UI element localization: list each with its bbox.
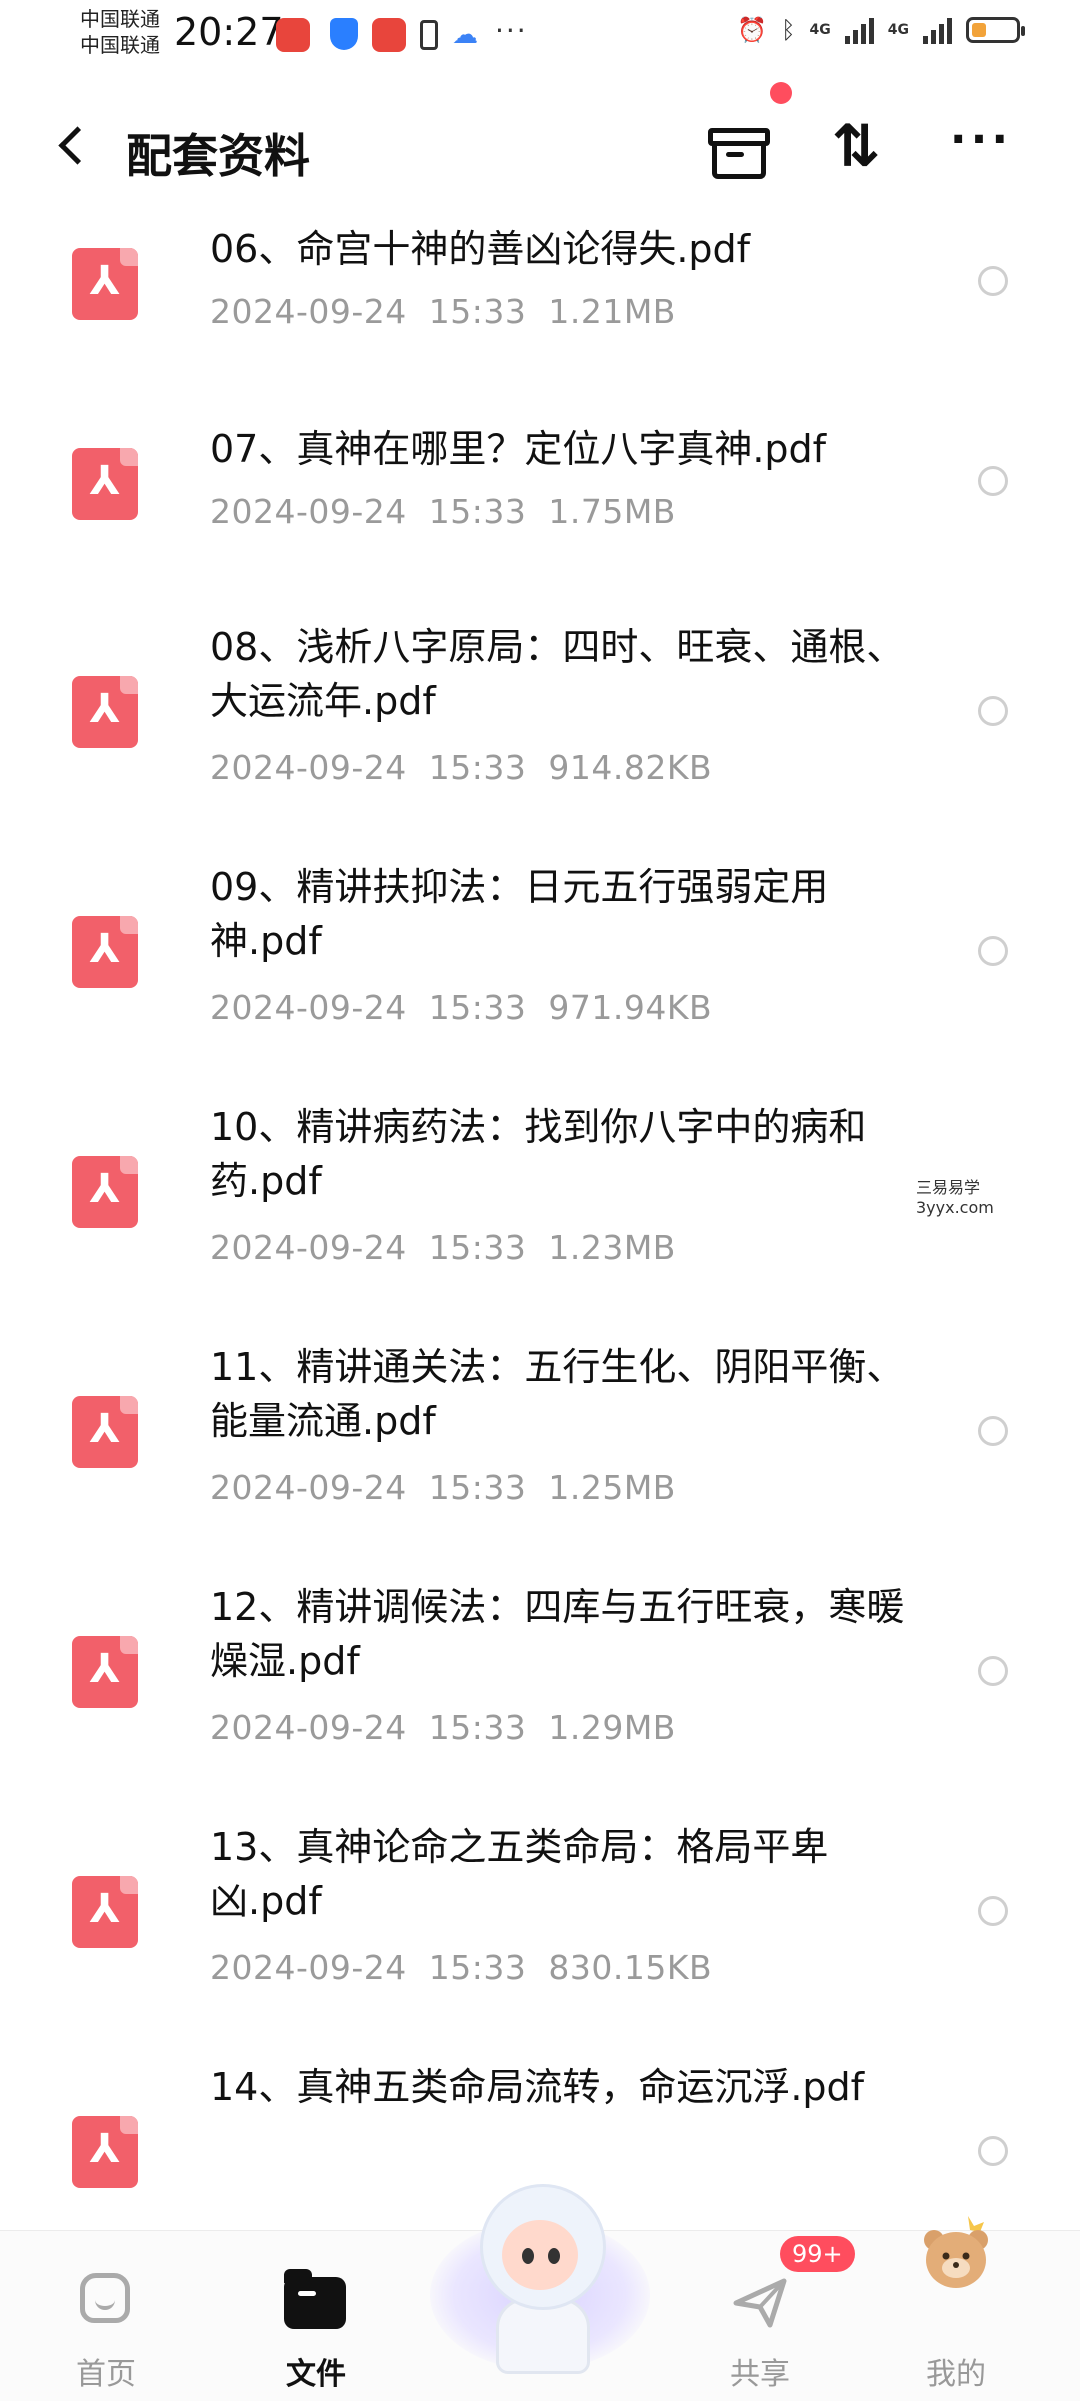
more-options-icon[interactable]: ··· [945,110,1017,182]
pdf-file-icon: ⅄ [72,2116,138,2188]
alarm-icon: ⏰ [737,16,768,44]
watermark-line-2: 3yyx.com [916,1198,994,1217]
carrier-2: 中国联通 [80,33,160,57]
carrier-labels: 中国联通 中国联通 [80,6,160,58]
bluetooth-icon: ᛒ [781,16,796,44]
file-name: 14、真神五类命局流转，命运沉浮.pdf [210,2065,865,2109]
cloud-app-icon: ☁ [452,20,478,50]
network-type-1: 4G [809,22,831,38]
nav-home-label: 首页 [76,2357,136,2392]
file-name: 09、精讲扶抑法：日元五行强弱定用神.pdf [210,865,829,963]
file-meta: 2024-09-24 15:33 1.75MB [210,492,676,531]
shield-icon [330,18,358,50]
file-meta: 2024-09-24 15:33 1.23MB [210,1228,676,1267]
file-name: 07、真神在哪里？定位八字真神.pdf [210,427,827,471]
paper-plane-icon [733,2278,787,2328]
nav-mine-label: 我的 [926,2357,986,2392]
nav-share-label: 共享 [730,2357,790,2392]
bear-avatar-icon[interactable] [918,2214,994,2294]
signal-icon-2 [923,16,952,44]
huawei-app-icon-2 [372,18,406,52]
watermark: 三易易学 3yyx.com [916,1178,994,1218]
select-radio[interactable] [978,1656,1008,1686]
carrier-1: 中国联通 [80,7,160,31]
nav-files-label: 文件 [286,2357,346,2392]
nav-files[interactable]: 文件 [246,2231,386,2401]
file-name: 11、精讲通关法：五行生化、阴阳平衡、能量流通.pdf [210,1345,905,1443]
notification-dot [770,82,792,104]
assistant-mascot[interactable] [430,2180,650,2380]
select-radio[interactable] [978,266,1008,296]
select-radio[interactable] [978,936,1008,966]
battery-icon [966,17,1025,43]
select-radio[interactable] [978,1416,1008,1446]
page-title: 配套资料 [126,129,310,183]
select-radio[interactable] [978,1896,1008,1926]
file-name: 12、精讲调候法：四库与五行旺衰，寒暖燥湿.pdf [210,1585,905,1683]
file-meta: 2024-09-24 15:33 830.15KB [210,1948,713,1987]
archive-box-icon[interactable] [700,110,772,182]
more-notifications-icon: ··· [495,14,528,47]
file-meta: 2024-09-24 15:33 914.82KB [210,748,713,787]
select-radio[interactable] [978,2136,1008,2166]
nav-home[interactable]: 首页 [36,2231,176,2401]
back-button[interactable] [52,118,92,178]
pdf-file-icon: ⅄ [72,248,138,320]
huawei-app-icon [276,18,310,52]
pdf-file-icon: ⅄ [72,1396,138,1468]
file-name: 08、浅析八字原局：四时、旺衰、通根、大运流年.pdf [210,625,905,723]
file-name: 10、精讲病药法：找到你八字中的病和药.pdf [210,1105,867,1203]
file-name: 06、命宫十神的善凶论得失.pdf [210,227,751,271]
sort-icon[interactable]: ⇅ [820,110,892,182]
pdf-file-icon: ⅄ [72,676,138,748]
select-radio[interactable] [978,466,1008,496]
top-bar: 配套资料 ⇅ ··· [0,88,1080,208]
file-meta: 2024-09-24 15:33 1.25MB [210,1468,676,1507]
file-meta: 2024-09-24 15:33 971.94KB [210,988,713,1027]
select-radio[interactable] [978,696,1008,726]
file-name: 13、真神论命之五类命局：格局平卑凶.pdf [210,1825,829,1923]
clock: 20:27 [174,10,284,54]
pdf-file-icon: ⅄ [72,1636,138,1708]
file-meta: 2024-09-24 15:33 1.29MB [210,1708,676,1747]
folder-icon [284,2269,346,2329]
status-bar: 中国联通 中国联通 20:27 ☁ ··· ⏰ ᛒ 4G 4G [0,0,1080,70]
pdf-file-icon: ⅄ [72,916,138,988]
pdf-file-icon: ⅄ [72,1876,138,1948]
watermark-line-1: 三易易学 [916,1178,981,1197]
pdf-file-icon: ⅄ [72,448,138,520]
pdf-file-icon: ⅄ [72,1156,138,1228]
network-type-2: 4G [887,22,909,38]
file-meta: 2024-09-24 15:33 1.21MB [210,292,676,331]
alert-icon [420,20,438,50]
share-badge: 99+ [780,2236,855,2272]
status-right: ⏰ ᛒ 4G 4G [737,16,1025,44]
signal-icon [844,16,874,44]
home-icon [80,2273,130,2323]
